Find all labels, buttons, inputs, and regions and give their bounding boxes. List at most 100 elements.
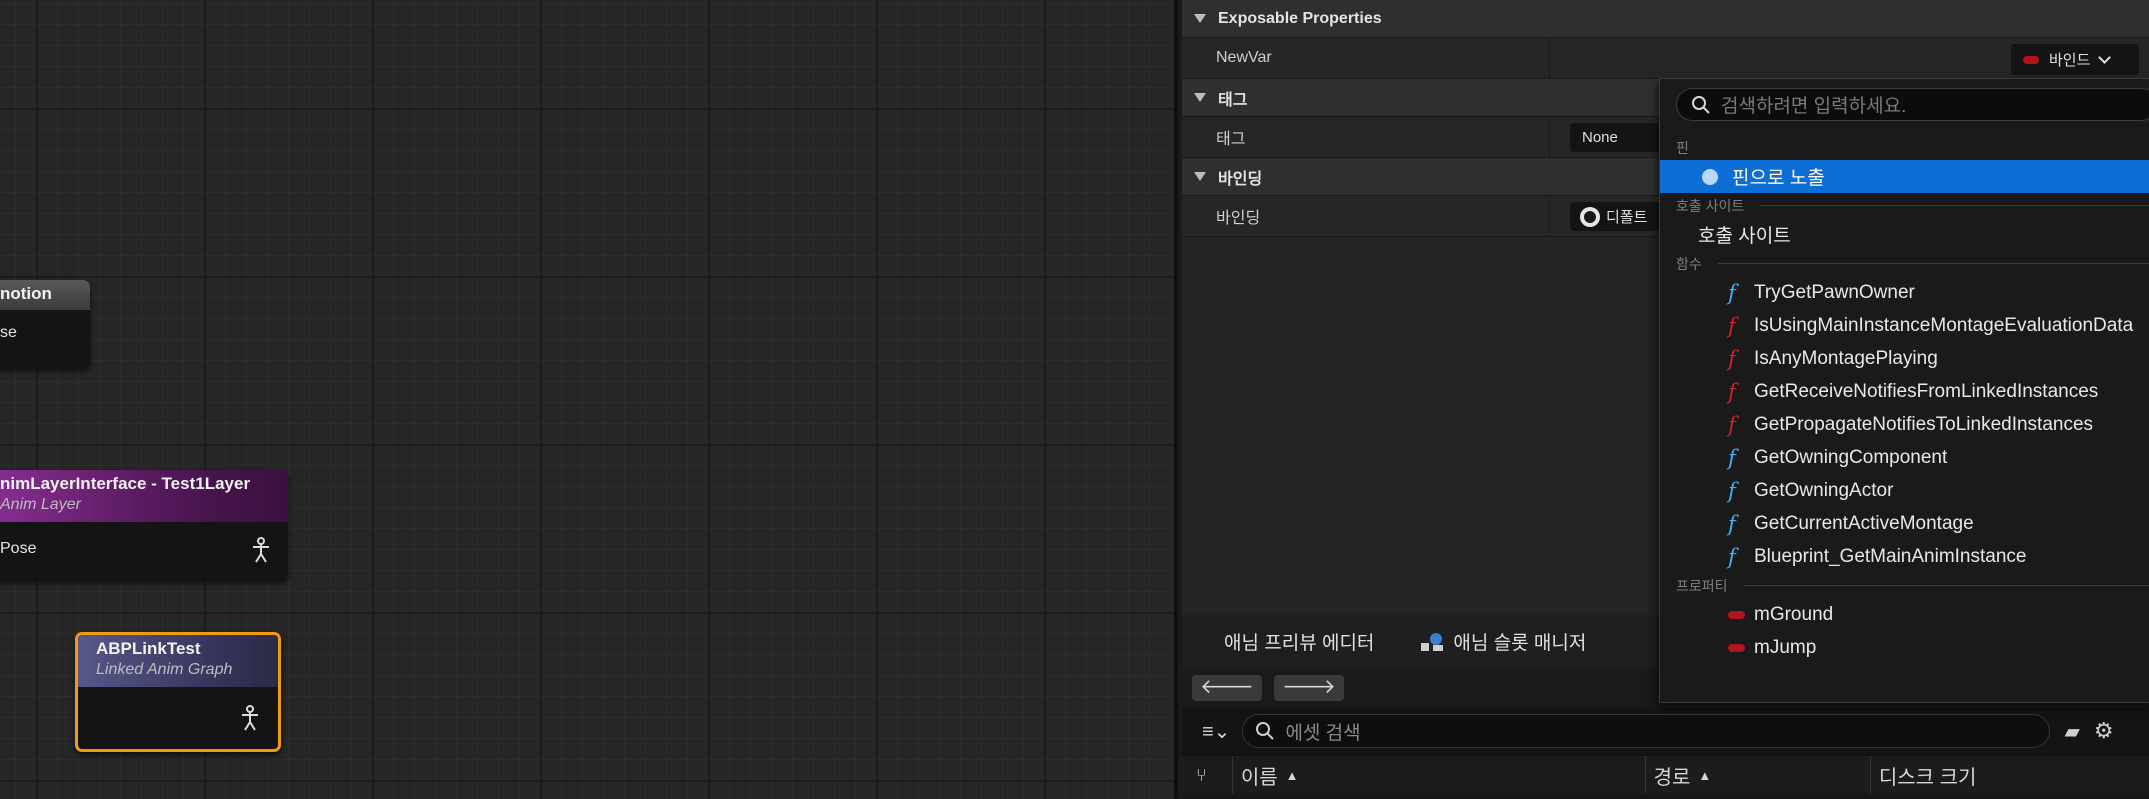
menu-item-label: mJump: [1754, 636, 1817, 658]
variable-pill-icon: [2023, 55, 2039, 64]
menu-item-label: GetOwningComponent: [1754, 446, 1948, 468]
graph-node-motion[interactable]: notion se: [0, 280, 90, 368]
node-title: nimLayerInterface - Test1Layer: [0, 474, 251, 493]
menu-item-label: 호출 사이트: [1698, 226, 1791, 247]
editor-root: notion se nimLayerInterface - Test1Layer…: [0, 0, 2149, 799]
property-value: 바인드: [1550, 38, 2149, 78]
column-label: 이름: [1240, 766, 1278, 789]
section-title: 태그: [1218, 91, 1248, 109]
collapse-triangle-icon[interactable]: [1194, 93, 1206, 102]
node-title: notion: [0, 280, 90, 310]
search-icon: [1256, 722, 1275, 740]
menu-item-label: 핀으로 노출: [1732, 168, 1825, 189]
category-label: 프로퍼티: [1676, 577, 1728, 594]
node-pin-row: Pose: [0, 537, 288, 563]
property-name: NewVar: [1182, 38, 1550, 78]
function-icon: f: [1728, 478, 1736, 503]
menu-item-function[interactable]: f IsAnyMontagePlaying: [1660, 342, 2149, 375]
menu-item-label: IsUsingMainInstanceMontageEvaluationData: [1754, 314, 2134, 336]
graph-node-linked-anim-graph[interactable]: ABPLinkTest Linked Anim Graph: [75, 632, 281, 752]
menu-item-label: GetCurrentActiveMontage: [1754, 512, 1974, 534]
chevron-down-icon: [2098, 50, 2112, 64]
menu-item-label: mGround: [1754, 603, 1834, 625]
slot-manager-icon: [1421, 632, 1444, 651]
menu-item-function[interactable]: f GetCurrentActiveMontage: [1660, 507, 2149, 540]
function-icon: f: [1728, 280, 1736, 305]
menu-item-function[interactable]: f TryGetPawnOwner: [1660, 276, 2149, 309]
tab-anim-preview-editor[interactable]: 애님 프리뷰 에디터: [1182, 628, 1414, 655]
column-header-disk-size[interactable]: 디스크 크기: [1869, 756, 2149, 794]
pose-person-icon: [242, 705, 258, 731]
menu-item-property[interactable]: mJump: [1660, 631, 2149, 664]
column-label: 디스크 크기: [1878, 766, 1977, 789]
back-button[interactable]: 🡐: [1192, 675, 1262, 701]
anim-graph-canvas[interactable]: notion se nimLayerInterface - Test1Layer…: [0, 0, 1178, 799]
filter-icon[interactable]: ≡⌄: [1202, 719, 1230, 744]
category-label: 핀: [1676, 139, 1689, 156]
bind-dropdown-button[interactable]: 바인드: [2011, 44, 2139, 75]
column-header-name[interactable]: 이름 ▲: [1231, 756, 1645, 794]
function-icon: f: [1728, 412, 1736, 437]
pose-person-icon: [253, 537, 269, 563]
menu-item-function[interactable]: f GetOwningComponent: [1660, 441, 2149, 474]
function-icon: f: [1728, 445, 1736, 470]
tab-anim-slot-manager[interactable]: 애님 슬롯 매니저: [1414, 628, 1626, 655]
settings-gear-icon[interactable]: ⚙: [2094, 718, 2114, 744]
unreal-logo-icon: [1580, 206, 1600, 227]
node-header: nimLayerInterface - Test1Layer Anim Laye…: [0, 470, 288, 522]
menu-item-function[interactable]: f IsUsingMainInstanceMontageEvaluationDat…: [1660, 309, 2149, 342]
menu-item-property[interactable]: mGround: [1660, 598, 2149, 631]
binding-value: 디폴트: [1606, 209, 1648, 226]
menu-item-function[interactable]: f GetReceiveNotifiesFromLinkedInstances: [1660, 375, 2149, 408]
section-exposable-properties[interactable]: Exposable Properties: [1182, 0, 2149, 38]
node-subtitle: Linked Anim Graph: [96, 661, 233, 678]
column-label: 경로: [1653, 766, 1691, 789]
menu-item-label: GetOwningActor: [1754, 479, 1894, 501]
function-icon: f: [1728, 313, 1736, 338]
forward-button[interactable]: 🡒: [1274, 675, 1344, 701]
menu-item-function[interactable]: f GetPropagateNotifiesToLinkedInstances: [1660, 408, 2149, 441]
graph-node-anim-layer[interactable]: nimLayerInterface - Test1Layer Anim Laye…: [0, 470, 288, 580]
search-icon: [1692, 95, 1710, 114]
menu-item-expose-as-pin[interactable]: 핀으로 노출: [1660, 160, 2149, 193]
column-header-path[interactable]: 경로 ▲: [1644, 756, 1870, 794]
menu-item-label: GetReceiveNotifiesFromLinkedInstances: [1754, 380, 2099, 402]
section-title: 바인딩: [1218, 170, 1263, 188]
source-control-icon[interactable]: ⑂: [1196, 765, 1232, 786]
pin-dot-icon: [1702, 168, 1718, 185]
category-functions: 함수: [1660, 251, 2149, 276]
function-list: f TryGetPawnOwner f IsUsingMainInstanceMont…: [1660, 276, 2149, 573]
menu-item-label: TryGetPawnOwner: [1754, 281, 1915, 303]
node-subtitle: Anim Layer: [0, 496, 81, 513]
property-list: mGround mJump: [1660, 598, 2149, 664]
collapse-triangle-icon[interactable]: [1194, 14, 1206, 23]
category-callsite: 호출 사이트: [1660, 193, 2149, 218]
asset-search-input[interactable]: 에셋 검색: [1242, 714, 2051, 748]
function-icon: f: [1728, 379, 1736, 404]
category-label: 호출 사이트: [1676, 197, 1745, 214]
category-properties: 프로퍼티: [1660, 573, 2149, 598]
variable-pill-icon: [1728, 643, 1745, 652]
menu-item-function[interactable]: f Blueprint_GetMainAnimInstance: [1660, 540, 2149, 573]
sort-icon: ▲: [1285, 767, 1299, 783]
node-header: ABPLinkTest Linked Anim Graph: [78, 635, 278, 687]
popup-search-input[interactable]: 검색하려면 입력하세요.: [1676, 88, 2149, 121]
function-icon: f: [1728, 544, 1736, 569]
menu-item-label: IsAnyMontagePlaying: [1754, 347, 1938, 369]
node-pin-label: Pose: [0, 540, 37, 557]
property-name: 바인딩: [1182, 196, 1550, 236]
node-title: ABPLinkTest: [96, 639, 201, 658]
variable-pill-icon: [1728, 610, 1745, 619]
asset-table-header: ⑂ 이름 ▲ 경로 ▲ 디스크 크기: [1182, 754, 2149, 794]
node-pin-label: se: [0, 324, 17, 341]
folder-icon[interactable]: ▰: [2064, 719, 2079, 744]
category-label: 함수: [1676, 255, 1702, 272]
category-pin: 핀: [1660, 135, 2149, 160]
menu-item-callsite[interactable]: 호출 사이트: [1660, 218, 2149, 251]
menu-item-function[interactable]: f GetOwningActor: [1660, 474, 2149, 507]
collapse-triangle-icon[interactable]: [1194, 172, 1206, 181]
function-icon: f: [1728, 511, 1736, 536]
tab-label: 애님 슬롯 매니저: [1453, 633, 1587, 654]
section-title: Exposable Properties: [1218, 9, 1382, 27]
property-name: 태그: [1182, 117, 1550, 157]
